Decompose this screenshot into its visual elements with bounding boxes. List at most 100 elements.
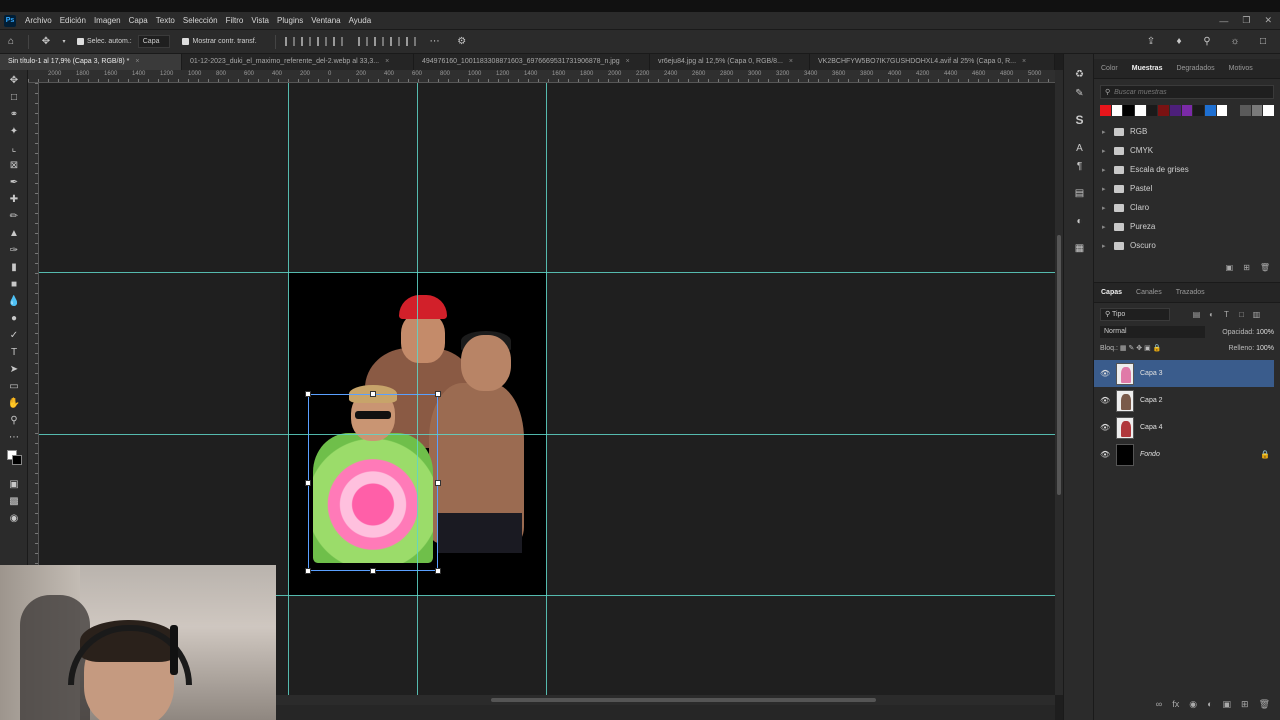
tab-capas[interactable]: Capas [1094, 283, 1129, 303]
fill-control[interactable]: Relleno: 100% [1228, 345, 1274, 352]
folder-pastel[interactable]: ▸ Pastel [1094, 179, 1280, 198]
auto-select-checkbox[interactable]: Selec. autom.: [77, 38, 132, 45]
more-tools-icon[interactable]: ⋯ [7, 431, 21, 445]
close-icon[interactable]: × [626, 54, 630, 70]
marquee-tool-icon[interactable]: □ [7, 91, 21, 105]
background-color-icon[interactable] [12, 455, 22, 465]
s-panel-icon[interactable]: S [1073, 114, 1086, 127]
history-brush-icon[interactable]: ✑ [7, 244, 21, 258]
color-swatch[interactable] [1193, 105, 1205, 116]
align-top-icon[interactable] [357, 37, 368, 46]
share-icon[interactable]: ⇪ [1143, 34, 1159, 50]
path-selection-icon[interactable]: ➤ [7, 363, 21, 377]
transform-bounding-box[interactable] [305, 391, 441, 574]
layer-mask-icon[interactable]: ◉ [1189, 699, 1197, 710]
tab-document-5[interactable]: VK2BCHFYW5BO7IK7GUSHDOHXL4.avif al 25% (… [810, 54, 1055, 70]
lock-pixels-icon[interactable]: ▦ [1120, 345, 1127, 352]
transform-handle-b[interactable] [370, 568, 376, 574]
gear-icon[interactable]: ⚙ [454, 34, 470, 50]
camera-icon[interactable]: ◉ [7, 512, 21, 526]
menu-ayuda[interactable]: Ayuda [345, 12, 376, 29]
layer-name[interactable]: Capa 3 [1140, 370, 1163, 377]
shape-filter-icon[interactable]: □ [1237, 310, 1246, 319]
tab-color[interactable]: Color [1094, 59, 1125, 79]
move-tool-icon[interactable]: ✥ [7, 74, 21, 88]
trash-icon[interactable]: 🗑 [1260, 263, 1270, 272]
transform-handle-tr[interactable] [435, 391, 441, 397]
color-swatch[interactable] [1135, 105, 1146, 116]
lock-position-icon[interactable]: ✥ [1136, 345, 1142, 352]
eye-icon[interactable]: 👁 [1100, 369, 1110, 378]
bell-icon[interactable]: ♦ [1171, 34, 1187, 50]
image-filter-icon[interactable]: ▤ [1192, 310, 1201, 319]
layer-name[interactable]: Capa 2 [1140, 397, 1163, 404]
magic-wand-icon[interactable]: ✦ [7, 125, 21, 139]
new-layer-icon[interactable]: ⊞ [1241, 699, 1249, 710]
guide-vertical[interactable] [546, 83, 547, 695]
healing-brush-icon[interactable]: ✚ [7, 193, 21, 207]
paragraph-icon[interactable]: ¶ [1073, 160, 1086, 173]
transform-handle-tl[interactable] [305, 391, 311, 397]
scroll-thumb[interactable] [1057, 235, 1061, 495]
color-swatch[interactable] [1251, 105, 1263, 116]
folder-rgb[interactable]: ▸ RGB [1094, 122, 1280, 141]
lock-brush-icon[interactable]: ✎ [1128, 345, 1134, 352]
dodge-tool-icon[interactable]: ● [7, 312, 21, 326]
layer-style-icon[interactable]: fx [1172, 699, 1179, 710]
close-icon[interactable]: × [385, 54, 389, 70]
color-swatch[interactable] [1181, 105, 1193, 116]
distribute-icon[interactable] [332, 37, 343, 46]
transform-handle-r[interactable] [435, 480, 441, 486]
folder-pureza[interactable]: ▸ Pureza [1094, 217, 1280, 236]
tab-document-1[interactable]: Sin título-1 al 17,9% (Capa 3, RGB/8) * × [0, 54, 182, 70]
tab-document-2[interactable]: 01-12-2023_duki_el_maximo_referente_del-… [182, 54, 414, 70]
layer-filter-dropdown[interactable]: ⚲ Tipo [1100, 308, 1170, 321]
new-swatch-icon[interactable]: ⊞ [1243, 263, 1250, 272]
guide-vertical[interactable] [288, 83, 289, 695]
type-filter-icon[interactable]: T [1222, 310, 1231, 319]
guide-horizontal[interactable] [39, 434, 1055, 435]
menu-plugins[interactable]: Plugins [273, 12, 307, 29]
stamp-tool-icon[interactable]: ▲ [7, 227, 21, 241]
close-icon[interactable]: × [789, 54, 793, 70]
lock-all-icon[interactable]: 🔒 [1153, 345, 1162, 352]
gradient-tool-icon[interactable]: ■ [7, 278, 21, 292]
crop-tool-icon[interactable]: ⌞ [7, 142, 21, 156]
menu-capa[interactable]: Capa [125, 12, 152, 29]
fill-value[interactable]: 100% [1256, 345, 1274, 352]
blend-mode-dropdown[interactable]: Normal [1100, 326, 1205, 338]
zoom-tool-icon[interactable]: ⚲ [7, 414, 21, 428]
horizontal-scrollbar[interactable] [276, 695, 1055, 705]
eyedropper-icon[interactable]: ✒ [7, 176, 21, 190]
text-tool-icon[interactable]: T [7, 346, 21, 360]
menu-seleccion[interactable]: Selección [179, 12, 222, 29]
align-bottom-icon[interactable] [389, 37, 400, 46]
color-swatch[interactable] [1100, 105, 1111, 116]
opacity-value[interactable]: 100% [1256, 329, 1274, 336]
show-transform-checkbox[interactable]: Mostrar contr. transf. [182, 38, 257, 45]
menu-imagen[interactable]: Imagen [90, 12, 125, 29]
eye-icon[interactable]: 👁 [1100, 396, 1110, 405]
smart-object-filter-icon[interactable]: ▥ [1252, 310, 1261, 319]
align-center-icon[interactable] [300, 37, 311, 46]
tab-degradados[interactable]: Degradados [1169, 59, 1221, 79]
layer-row-capa-4[interactable]: 👁 Capa 4 [1094, 414, 1280, 441]
eye-icon[interactable]: 👁 [1100, 450, 1110, 459]
history-icon[interactable]: ♻ [1073, 68, 1086, 81]
folder-claro[interactable]: ▸ Claro [1094, 198, 1280, 217]
frame-tool-icon[interactable]: ⊠ [7, 159, 21, 173]
close-icon[interactable]: ✕ [1264, 15, 1272, 26]
more-options-icon[interactable]: ⋯ [427, 34, 443, 50]
guide-horizontal[interactable] [39, 272, 1055, 273]
swatch-search-input[interactable]: ⚲ Buscar muestras [1100, 85, 1274, 99]
brush-tool-icon[interactable]: ✏ [7, 210, 21, 224]
shape-tool-icon[interactable]: ▭ [7, 380, 21, 394]
align-right-icon[interactable] [316, 37, 327, 46]
color-swatch[interactable] [1228, 105, 1240, 116]
transform-handle-l[interactable] [305, 480, 311, 486]
comments-icon[interactable]: ✎ [1073, 87, 1086, 100]
folder-cmyk[interactable]: ▸ CMYK [1094, 141, 1280, 160]
tab-trazados[interactable]: Trazados [1169, 283, 1212, 303]
trash-icon[interactable]: 🗑 [1259, 699, 1270, 710]
eraser-icon[interactable]: ▮ [7, 261, 21, 275]
